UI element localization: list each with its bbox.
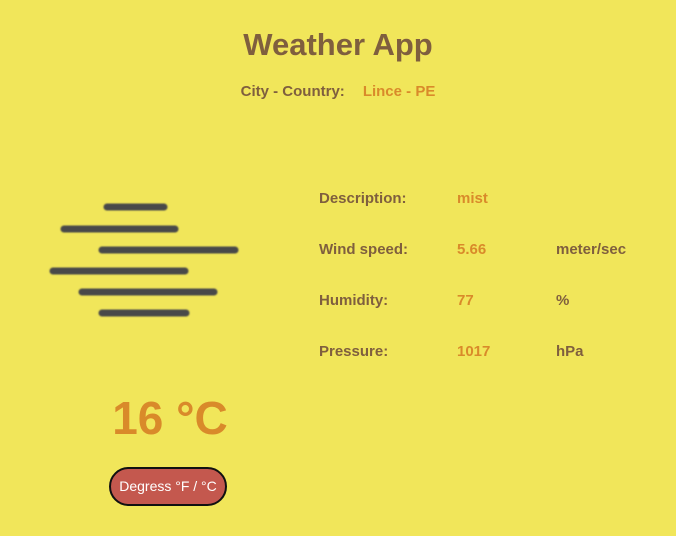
temperature-value: 16 °C [112, 392, 228, 444]
wind-speed-value: 5.66 [457, 241, 487, 258]
humidity-label: Humidity: [319, 292, 389, 309]
wind-speed-unit: meter/sec [556, 241, 627, 258]
app-title: Weather App [243, 27, 433, 62]
detail-row-description: Description: mist [319, 188, 659, 239]
location-line: City - Country: Lince - PE [0, 82, 676, 102]
location-label: City - Country: [240, 83, 345, 100]
humidity-value: 77 [457, 292, 474, 309]
location-value: Lince - PE [362, 83, 436, 100]
detail-row-humidity: Humidity: 77 % [319, 290, 659, 341]
mist-icon [49, 203, 239, 317]
pressure-unit: hPa [556, 343, 584, 360]
humidity-unit: % [556, 292, 570, 309]
unit-toggle-button[interactable]: Degress °F / °C [109, 467, 227, 506]
description-label: Description: [319, 190, 407, 207]
weather-details: Description: mist Wind speed: 5.66 meter… [319, 188, 659, 392]
detail-row-pressure: Pressure: 1017 hPa [319, 341, 659, 392]
description-value: mist [457, 190, 488, 207]
wind-speed-label: Wind speed: [319, 241, 409, 258]
detail-row-wind-speed: Wind speed: 5.66 meter/sec [319, 239, 659, 290]
pressure-label: Pressure: [319, 343, 389, 360]
pressure-value: 1017 [457, 343, 491, 360]
